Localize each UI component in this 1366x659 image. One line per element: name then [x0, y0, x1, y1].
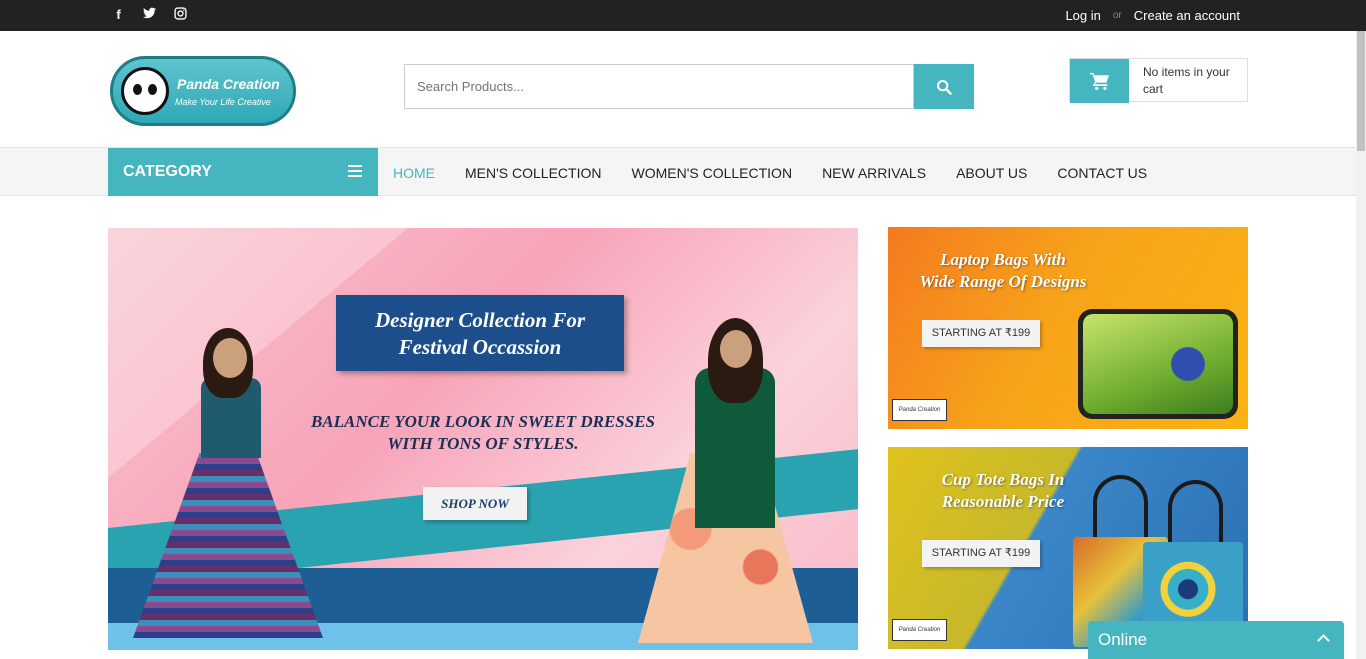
login-link[interactable]: Log in	[1065, 8, 1100, 23]
nav-home[interactable]: HOME	[393, 165, 435, 181]
chevron-up-icon[interactable]	[1317, 634, 1330, 647]
facebook-icon[interactable]: f	[110, 7, 127, 23]
nav-womens-collection[interactable]: WOMEN'S COLLECTION	[631, 165, 792, 181]
nav-about-us[interactable]: ABOUT US	[956, 165, 1027, 181]
hero-subtitle: BALANCE YOUR LOOK IN SWEET DRESSES WITH …	[298, 411, 668, 455]
search-icon	[937, 79, 952, 95]
chat-status: Online	[1098, 630, 1148, 649]
promo-price-badge: STARTING AT ₹199	[922, 320, 1040, 347]
category-label: CATEGORY	[123, 163, 212, 180]
promo-title: Cup Tote Bags In Reasonable Price	[888, 469, 1118, 513]
chat-widget[interactable]: Online	[1088, 621, 1344, 659]
page-scrollbar[interactable]	[1356, 31, 1366, 659]
category-menu[interactable]: CATEGORY	[108, 148, 378, 196]
panda-logo-icon	[121, 67, 169, 115]
hero-title-line1: Designer Collection For	[374, 308, 585, 332]
hero-subtitle-line1: BALANCE YOUR LOOK IN SWEET DRESSES	[310, 412, 656, 431]
or-separator: or	[1112, 10, 1122, 21]
cart-widget[interactable]: No items in your cart	[1069, 58, 1248, 103]
promo-tote-bags[interactable]: Cup Tote Bags In Reasonable Price STARTI…	[888, 447, 1248, 649]
model-right-image	[633, 318, 833, 648]
account-links: Log in or Create an account	[1065, 8, 1240, 23]
nav-links: HOME MEN'S COLLECTION WOMEN'S COLLECTION…	[393, 165, 1147, 181]
hamburger-icon	[348, 165, 362, 177]
promo-logo: Panda Creation	[892, 619, 947, 641]
cart-icon-box	[1070, 59, 1129, 103]
social-links: f	[110, 7, 189, 23]
instagram-icon[interactable]	[172, 7, 189, 23]
hero-banner[interactable]: Designer Collection For Festival Occassi…	[108, 228, 858, 650]
hero-title-line2: Festival Occassion	[398, 335, 562, 359]
nav-mens-collection[interactable]: MEN'S COLLECTION	[465, 165, 601, 181]
promo-price-badge: STARTING AT ₹199	[922, 540, 1040, 567]
scrollbar-thumb[interactable]	[1357, 31, 1365, 151]
logo-tagline: Make Your Life Creative	[175, 97, 271, 107]
create-account-link[interactable]: Create an account	[1134, 8, 1240, 23]
shop-now-button[interactable]: SHOP NOW	[423, 487, 527, 520]
hero-title: Designer Collection For Festival Occassi…	[336, 295, 624, 371]
promo-title-line1: Cup Tote Bags In	[941, 470, 1065, 489]
top-bar: f Log in or Create an account	[0, 0, 1366, 31]
model-left-image	[133, 328, 333, 648]
hero-subtitle-line2: WITH TONS OF STYLES.	[387, 434, 579, 453]
cart-status: No items in your cart	[1143, 65, 1230, 96]
twitter-icon[interactable]	[141, 7, 158, 23]
search-input[interactable]	[404, 64, 914, 109]
laptop-bag-image	[1078, 309, 1238, 419]
promo-title: Laptop Bags With Wide Range Of Designs	[888, 249, 1118, 293]
promo-laptop-bags[interactable]: Laptop Bags With Wide Range Of Designs S…	[888, 227, 1248, 429]
promo-title-line1: Laptop Bags With	[940, 250, 1066, 269]
search-button[interactable]	[914, 64, 974, 109]
shopping-cart-icon	[1089, 72, 1109, 90]
site-logo[interactable]: Panda Creation Make Your Life Creative	[110, 56, 296, 126]
promo-title-line2: Reasonable Price	[941, 492, 1065, 511]
tote-handle	[1168, 480, 1223, 545]
promo-title-line2: Wide Range Of Designs	[919, 272, 1087, 291]
main-navbar: CATEGORY HOME MEN'S COLLECTION WOMEN'S C…	[0, 147, 1356, 196]
nav-new-arrivals[interactable]: NEW ARRIVALS	[822, 165, 926, 181]
promo-logo: Panda Creation	[892, 399, 947, 421]
logo-name: Panda Creation	[177, 76, 280, 92]
nav-contact-us[interactable]: CONTACT US	[1057, 165, 1147, 181]
